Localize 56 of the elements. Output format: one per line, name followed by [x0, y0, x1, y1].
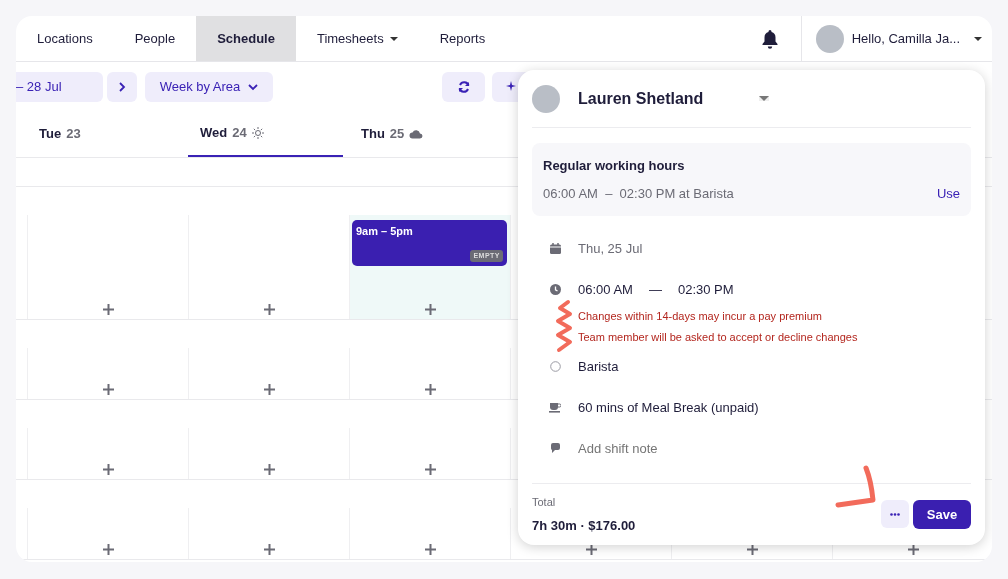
regular-hours-text: 06:00 AM – 02:30 PM at Barista: [543, 184, 734, 203]
bell-icon[interactable]: [760, 28, 779, 49]
date-range-button[interactable]: – 28 Jul: [16, 72, 103, 102]
warning-text: Team member will be asked to accept or decline changes: [577, 330, 859, 345]
next-button[interactable]: [107, 72, 137, 102]
meal-break[interactable]: 60 mins of Meal Break (unpaid): [578, 397, 759, 418]
plus-icon[interactable]: [263, 304, 275, 315]
day-header[interactable]: Thu 25: [349, 110, 510, 157]
plus-icon[interactable]: [102, 464, 114, 475]
avatar: [532, 84, 560, 113]
plus-icon[interactable]: [424, 304, 436, 315]
plus-icon[interactable]: [263, 544, 275, 555]
day-header[interactable]: Wed 24: [188, 110, 343, 157]
total-value: 7h 30m · $176.00: [532, 516, 636, 535]
chevron-down-icon: [248, 83, 259, 91]
nav-tab[interactable]: Reports: [418, 16, 507, 61]
shift-date: Thu, 25 Jul: [578, 239, 643, 258]
plus-icon[interactable]: [907, 544, 919, 555]
annotation-squiggle: [556, 300, 572, 352]
total-label: Total: [532, 495, 557, 510]
caret-icon[interactable]: [759, 96, 770, 101]
plus-icon[interactable]: [263, 464, 275, 475]
plus-icon[interactable]: [585, 544, 597, 555]
area-name[interactable]: Barista: [578, 356, 619, 377]
circle-icon: [549, 361, 561, 372]
day-header[interactable]: Tue 23: [27, 110, 188, 157]
plus-icon[interactable]: [424, 464, 436, 475]
plus-icon[interactable]: [746, 544, 758, 555]
clock-icon: [549, 284, 561, 295]
refresh-icon: [457, 81, 470, 93]
chat-icon: [549, 443, 561, 454]
warning-text: Changes within 14-days may incur a pay premium: [577, 309, 823, 324]
save-button[interactable]: Save: [913, 500, 971, 529]
nav-tab[interactable]: People: [113, 16, 197, 61]
employee-name: Lauren Shetland: [578, 88, 704, 109]
cup-icon: [549, 402, 561, 413]
nav-tab[interactable]: Schedule: [196, 16, 296, 61]
plus-icon[interactable]: [263, 384, 275, 395]
plus-icon[interactable]: [424, 544, 436, 555]
plus-icon[interactable]: [102, 304, 114, 315]
plus-icon[interactable]: [424, 384, 436, 395]
calendar-icon: [549, 243, 561, 254]
nav-tab[interactable]: Timesheets: [295, 16, 419, 61]
more-icon: [890, 512, 900, 516]
start-time[interactable]: 06:00 AM: [578, 279, 633, 300]
nav-tab[interactable]: Locations: [16, 16, 114, 61]
plus-icon[interactable]: [102, 544, 114, 555]
regular-hours-title: Regular working hours: [543, 157, 686, 175]
time-separator: —: [648, 280, 662, 299]
user-menu[interactable]: Hello, Camilla Ja...: [851, 28, 982, 49]
plus-icon[interactable]: [102, 384, 114, 395]
use-link[interactable]: Use: [936, 183, 960, 203]
refresh-button[interactable]: [442, 72, 485, 102]
end-time[interactable]: 02:30 PM: [677, 279, 734, 300]
view-dropdown[interactable]: Week by Area: [145, 72, 273, 102]
chevron-right-icon: [118, 82, 126, 92]
